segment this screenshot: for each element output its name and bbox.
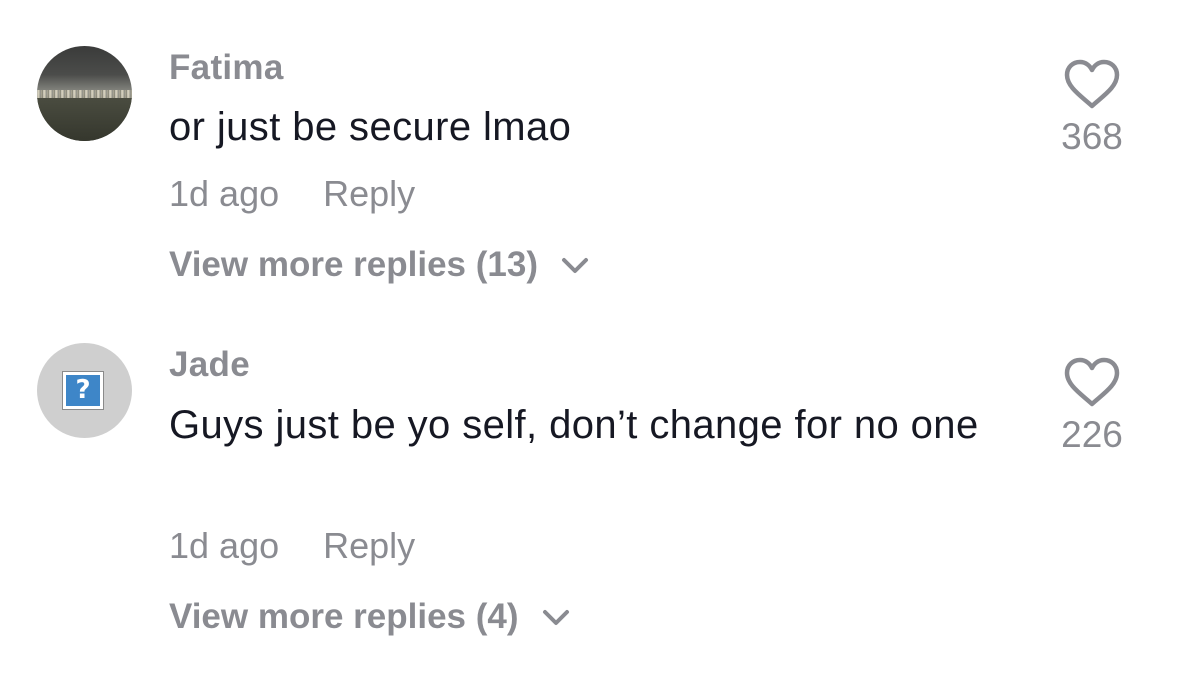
comment-timestamp: 1d ago <box>169 173 280 214</box>
comment-meta: 1d ago Reply <box>169 525 415 567</box>
like-control: 226 <box>1050 356 1134 456</box>
comment-text: or just be secure lmao <box>169 105 572 149</box>
comment-username[interactable]: Jade <box>169 345 250 385</box>
avatar[interactable]: ? <box>37 343 132 438</box>
like-control: 368 <box>1050 58 1134 158</box>
chevron-down-icon <box>542 610 569 625</box>
heart-icon[interactable] <box>1063 356 1121 408</box>
view-more-replies-label: View more replies (4) <box>169 597 519 636</box>
comment-meta: 1d ago Reply <box>169 173 415 215</box>
view-more-replies-label: View more replies (13) <box>169 245 538 284</box>
avatar-water <box>37 98 132 141</box>
reply-button[interactable]: Reply <box>323 525 415 566</box>
like-count: 368 <box>1061 116 1123 157</box>
avatar[interactable] <box>37 46 132 141</box>
comment-timestamp: 1d ago <box>169 525 280 566</box>
view-more-replies-button[interactable]: View more replies (4) <box>169 597 571 637</box>
comment-username[interactable]: Fatima <box>169 48 284 88</box>
comment-text: Guys just be yo self, don’t change for n… <box>169 403 979 447</box>
chevron-down-icon <box>561 258 588 273</box>
reply-button[interactable]: Reply <box>323 173 415 214</box>
like-count: 226 <box>1061 414 1123 455</box>
avatar-skyline <box>37 90 132 98</box>
heart-icon[interactable] <box>1063 58 1121 110</box>
view-more-replies-button[interactable]: View more replies (13) <box>169 245 590 285</box>
question-mark-icon: ? <box>62 371 104 410</box>
